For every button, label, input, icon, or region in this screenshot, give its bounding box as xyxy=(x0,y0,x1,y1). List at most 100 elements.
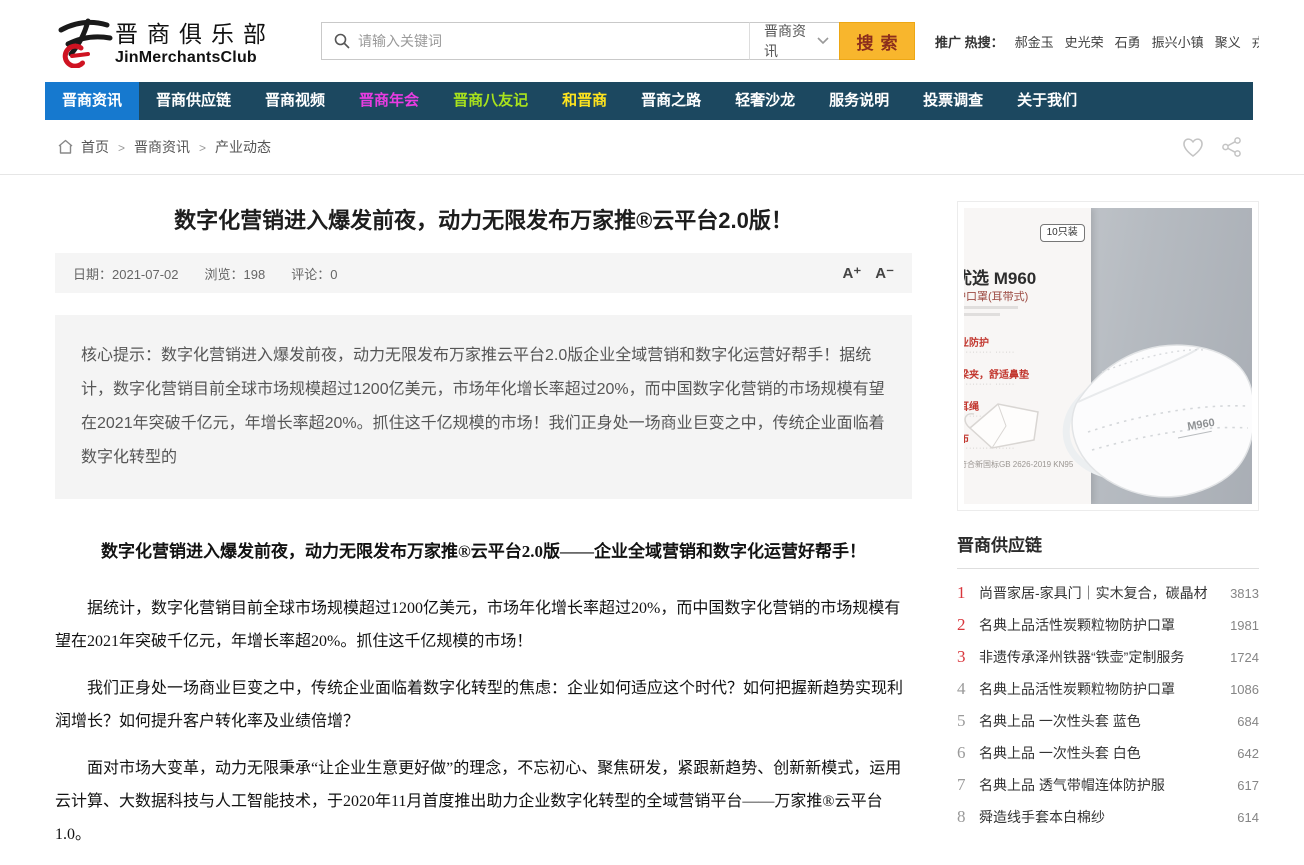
supply-item-title: 名典上品活性炭颗粒物防护口罩 xyxy=(979,679,1224,699)
article-views: 浏览：198 xyxy=(205,264,266,283)
hot-search-label: 推广 热搜： xyxy=(935,35,1004,50)
article-body-heading: 数字化营销进入爆发前夜，动力无限发布万家推®云平台2.0版——企业全域营销和数字… xyxy=(55,537,912,562)
breadcrumb-item[interactable]: 产业动态 xyxy=(215,139,271,155)
article-paragraph: 据统计，数字化营销目前全球市场规模超过1200亿美元，市场年化增长率超过20%，… xyxy=(55,592,912,658)
hot-search: 推广 热搜：郝金玉史光荣石勇振兴小镇聚义戎子酒庄吴沪先张文泉侯计 xyxy=(935,32,1259,51)
breadcrumb: 首页>晋商资讯>产业动态 xyxy=(57,137,271,157)
supply-item-count: 617 xyxy=(1237,778,1259,793)
rank-number: 3 xyxy=(957,647,979,667)
supply-item-count: 3813 xyxy=(1230,586,1259,601)
search-input[interactable] xyxy=(358,33,749,49)
page: 晋商俱乐部 JinMerchantsClub 晋商资讯 搜索 推广 热搜： xyxy=(45,0,1259,865)
font-decrease-button[interactable]: A⁻ xyxy=(875,264,894,282)
sidebar: 10只装 优选 M960 护口罩(耳带式) 业防护·········· ····… xyxy=(957,201,1259,865)
hot-search-keyword[interactable]: 聚义 xyxy=(1215,35,1241,50)
header: 晋商俱乐部 JinMerchantsClub 晋商资讯 搜索 推广 热搜： xyxy=(45,0,1259,82)
supply-item-title: 尚晋家居-家具门｜实木复合，碳晶材 xyxy=(979,583,1224,603)
chevron-down-icon xyxy=(817,37,829,45)
article-comments: 评论：0 xyxy=(291,264,337,283)
nav-item[interactable]: 关于我们 xyxy=(1000,82,1094,120)
supply-item-count: 1981 xyxy=(1230,618,1259,633)
product-ad[interactable]: 10只装 优选 M960 护口罩(耳带式) 业防护·········· ····… xyxy=(957,201,1259,511)
supply-list-item[interactable]: 8舜造线手套本白棉纱 614 xyxy=(957,801,1259,833)
supply-section-title: 晋商供应链 xyxy=(957,531,1259,569)
supply-item-title: 名典上品活性炭颗粒物防护口罩 xyxy=(979,615,1224,635)
supply-list-item[interactable]: 1尚晋家居-家具门｜实木复合，碳晶材 3813 xyxy=(957,577,1259,609)
nav-item[interactable]: 轻奢沙龙 xyxy=(718,82,812,120)
search-box xyxy=(321,22,749,60)
supply-list-item[interactable]: 6名典上品 一次性头套 白色 642 xyxy=(957,737,1259,769)
supply-list-item[interactable]: 5名典上品 一次性头套 蓝色684 xyxy=(957,705,1259,737)
rank-number: 4 xyxy=(957,679,979,699)
nav-item[interactable]: 晋商资讯 xyxy=(45,82,139,120)
search-button[interactable]: 搜索 xyxy=(839,22,915,60)
hot-search-keyword[interactable]: 郝金玉 xyxy=(1015,35,1054,50)
logo-title-cn: 晋商俱乐部 xyxy=(115,15,275,49)
nav-item[interactable]: 晋商视频 xyxy=(248,82,342,120)
nav-item[interactable]: 投票调查 xyxy=(906,82,1000,120)
package-brand: 优选 M960 xyxy=(964,264,1036,289)
logo-title-en: JinMerchantsClub xyxy=(115,49,275,67)
article-title: 数字化营销进入爆发前夜，动力无限发布万家推®云平台2.0版！ xyxy=(55,203,912,235)
nav-item[interactable]: 晋商八友记 xyxy=(436,82,545,120)
supply-item-title: 名典上品 一次性头套 白色 xyxy=(979,743,1231,763)
article-meta-bar: 日期：2021-07-02 浏览：198 评论：0 A⁺ A⁻ xyxy=(55,253,912,293)
breadcrumb-row: 首页>晋商资讯>产业动态 xyxy=(45,120,1259,174)
package-feature: 业防护·········· ······ xyxy=(964,334,1015,356)
rank-number: 8 xyxy=(957,807,979,827)
package-badge: 10只装 xyxy=(1040,224,1085,242)
hot-search-keyword[interactable]: 史光荣 xyxy=(1065,35,1104,50)
supply-item-title: 名典上品 透气带帽连体防护服 xyxy=(979,775,1231,795)
hot-search-keyword[interactable]: 石勇 xyxy=(1115,35,1141,50)
article-paragraph: 我们正身处一场商业巨变之中，传统企业面临着数字化转型的焦虑：企业如何适应这个时代… xyxy=(55,672,912,738)
nav-item[interactable]: 晋商年会 xyxy=(342,82,436,120)
article-summary: 核心提示：数字化营销进入爆发前夜，动力无限发布万家推云平台2.0版企业全域营销和… xyxy=(55,315,912,499)
nav-item[interactable]: 和晋商 xyxy=(545,82,624,120)
font-size-controls: A⁺ A⁻ xyxy=(843,264,895,282)
supply-item-count: 1724 xyxy=(1230,650,1259,665)
search-category-select[interactable]: 晋商资讯 xyxy=(749,22,839,60)
logo-text: 晋商俱乐部 JinMerchantsClub xyxy=(115,15,275,67)
product-photo: 10只装 优选 M960 护口罩(耳带式) 业防护·········· ····… xyxy=(964,208,1252,504)
supply-item-count: 1086 xyxy=(1230,682,1259,697)
rank-number: 5 xyxy=(957,711,979,731)
rank-number: 2 xyxy=(957,615,979,635)
breadcrumb-item[interactable]: 晋商资讯 xyxy=(134,139,190,155)
main-nav: 晋商资讯晋商供应链晋商视频晋商年会晋商八友记和晋商晋商之路轻奢沙龙服务说明投票调… xyxy=(45,82,1253,120)
article-actions xyxy=(1181,136,1243,158)
article-paragraph: 面对市场大变革，动力无限秉承“让企业生意更好做”的理念，不忘初心、聚焦研发，紧跟… xyxy=(55,752,912,851)
nav-item[interactable]: 晋商之路 xyxy=(624,82,718,120)
supply-list: 1尚晋家居-家具门｜实木复合，碳晶材38132名典上品活性炭颗粒物防护口罩198… xyxy=(957,577,1259,833)
breadcrumb-separator: > xyxy=(199,141,206,155)
supply-list-item[interactable]: 3非遗传承泽州铁器“铁壶”定制服务1724 xyxy=(957,641,1259,673)
supply-list-item[interactable]: 4名典上品活性炭颗粒物防护口罩 1086 xyxy=(957,673,1259,705)
home-icon[interactable] xyxy=(57,139,74,155)
site-logo[interactable]: 晋商俱乐部 JinMerchantsClub xyxy=(55,14,275,68)
content: 数字化营销进入爆发前夜，动力无限发布万家推®云平台2.0版！ 日期：2021-0… xyxy=(45,175,1259,865)
mask-photo-art: M960 xyxy=(1046,312,1252,504)
logo-mark-icon xyxy=(55,14,113,68)
font-increase-button[interactable]: A⁺ xyxy=(843,264,862,282)
hot-search-keyword[interactable]: 戎子酒庄 xyxy=(1252,35,1259,50)
article-body: 数字化营销进入爆发前夜，动力无限发布万家推®云平台2.0版——企业全域营销和数字… xyxy=(55,537,912,851)
share-icon[interactable] xyxy=(1221,136,1243,158)
supply-item-count: 642 xyxy=(1237,746,1259,761)
nav-item[interactable]: 服务说明 xyxy=(812,82,906,120)
package-feature: 梁夹，舒适鼻垫·········· ······ xyxy=(964,366,1029,388)
favorite-heart-icon[interactable] xyxy=(1181,136,1205,158)
rank-number: 6 xyxy=(957,743,979,763)
breadcrumb-item[interactable]: 首页 xyxy=(81,139,109,155)
supply-list-item[interactable]: 7名典上品 透气带帽连体防护服 617 xyxy=(957,769,1259,801)
rank-number: 1 xyxy=(957,583,979,603)
nav-item[interactable]: 晋商供应链 xyxy=(139,82,248,120)
article-column: 数字化营销进入爆发前夜，动力无限发布万家推®云平台2.0版！ 日期：2021-0… xyxy=(55,201,912,865)
search-bar: 晋商资讯 搜索 xyxy=(321,22,915,60)
article-date: 日期：2021-07-02 xyxy=(73,264,179,283)
hot-search-keyword[interactable]: 振兴小镇 xyxy=(1152,35,1204,50)
package-type: 护口罩(耳带式) xyxy=(964,288,1028,304)
supply-list-item[interactable]: 2名典上品活性炭颗粒物防护口罩 1981 xyxy=(957,609,1259,641)
supply-item-title: 舜造线手套本白棉纱 xyxy=(979,807,1231,827)
rank-number: 7 xyxy=(957,775,979,795)
supply-item-count: 614 xyxy=(1237,810,1259,825)
supply-item-count: 684 xyxy=(1237,714,1259,729)
